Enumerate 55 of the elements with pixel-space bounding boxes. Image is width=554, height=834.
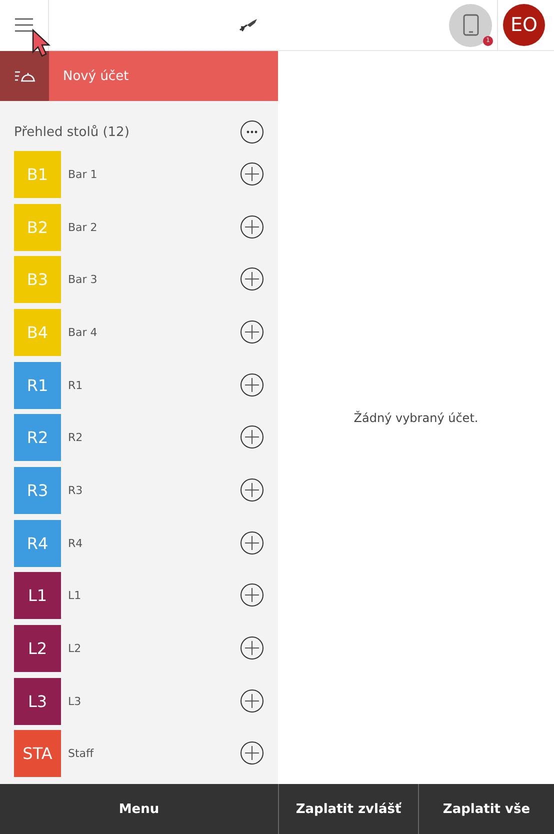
new-account-button[interactable]: Nový účet (49, 51, 278, 101)
table-tile[interactable]: R2 (14, 414, 61, 462)
table-name: Staff (67, 746, 95, 762)
add-icon (240, 162, 264, 186)
add-button[interactable] (240, 320, 264, 344)
add-icon (240, 267, 264, 292)
add-button[interactable] (240, 267, 264, 292)
table-name: L3 (67, 694, 82, 710)
menu-button[interactable] (0, 0, 49, 50)
add-button[interactable] (240, 162, 264, 186)
user-avatar[interactable]: EO (503, 4, 545, 46)
add-button[interactable] (240, 478, 264, 502)
more-icon (240, 120, 264, 144)
add-button[interactable] (240, 741, 264, 766)
table-name: Bar 2 (67, 220, 98, 236)
add-button[interactable] (240, 636, 264, 660)
add-icon (240, 320, 264, 344)
add-icon (240, 478, 264, 502)
add-icon (240, 741, 264, 766)
table-name: Bar 4 (67, 324, 98, 341)
table-name: R3 (67, 482, 84, 499)
add-button[interactable] (240, 372, 264, 397)
table-tile[interactable]: R1 (14, 362, 61, 409)
more-button[interactable] (240, 120, 264, 144)
panel-title: Přehled stolů (12) (14, 125, 130, 140)
table-name: Bar 3 (67, 272, 98, 288)
add-button[interactable] (240, 583, 264, 608)
add-button[interactable] (240, 214, 264, 239)
add-icon (240, 583, 264, 608)
add-icon (240, 688, 264, 713)
tablet-icon (462, 14, 478, 36)
add-icon (240, 372, 264, 397)
add-button[interactable] (240, 688, 264, 713)
table-tile[interactable]: R3 (14, 466, 61, 514)
add-icon (240, 636, 264, 660)
table-name: L2 (67, 640, 82, 657)
table-tile[interactable]: L2 (14, 624, 61, 672)
table-name: Bar 1 (67, 167, 98, 183)
add-button[interactable] (240, 530, 264, 555)
menu-icon (15, 18, 33, 32)
add-icon (240, 425, 264, 450)
table-name: R4 (67, 536, 84, 552)
table-tile[interactable]: STA (14, 730, 61, 778)
cursor-icon (31, 28, 51, 58)
fork-icon (239, 18, 259, 32)
empty-message: Žádný vybraný účet. (354, 410, 478, 424)
table-name: R2 (67, 430, 84, 446)
add-icon (240, 530, 264, 555)
table-tile[interactable]: R4 (14, 520, 61, 567)
add-icon (240, 214, 264, 239)
table-name: R1 (67, 378, 84, 394)
table-tile[interactable]: L3 (14, 678, 61, 725)
table-name: L1 (67, 588, 82, 604)
table-tile[interactable]: L1 (14, 572, 61, 620)
add-button[interactable] (240, 425, 264, 450)
